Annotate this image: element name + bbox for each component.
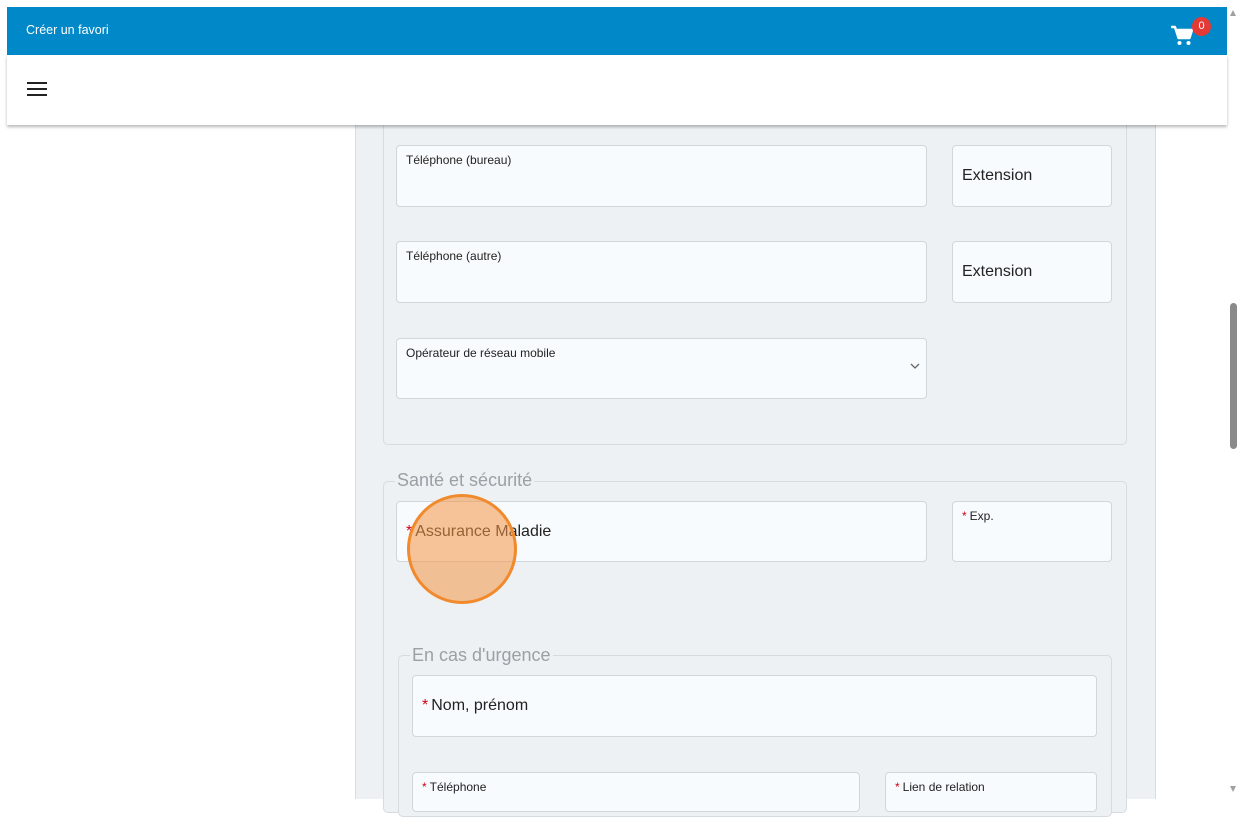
cart-button[interactable]: 0 xyxy=(1170,17,1214,53)
expiry-label: Exp. xyxy=(969,509,994,523)
health-insurance-field[interactable]: * Assurance Maladie xyxy=(396,501,927,562)
emergency-legend: En cas d'urgence xyxy=(410,645,553,666)
emergency-relation-field[interactable]: * Lien de relation xyxy=(885,772,1097,812)
health-insurance-expiry-field[interactable]: * Exp. xyxy=(952,501,1112,562)
required-marker: * xyxy=(895,780,900,794)
form-content: Téléphone (bureau) Extension Téléphone (… xyxy=(355,115,1156,817)
mobile-operator-label: Opérateur de réseau mobile xyxy=(406,346,556,360)
phone-other-extension-label: Extension xyxy=(962,263,1033,280)
required-marker: * xyxy=(422,697,429,714)
health-safety-legend: Santé et sécurité xyxy=(395,470,535,491)
phone-other-label: Téléphone (autre) xyxy=(406,249,502,263)
hamburger-menu-icon[interactable] xyxy=(27,82,47,98)
phone-office-extension-field[interactable]: Extension xyxy=(952,145,1112,207)
nav-bar xyxy=(7,55,1227,125)
emergency-relation-label: Lien de relation xyxy=(902,780,985,794)
scroll-down-arrow-icon[interactable] xyxy=(1230,786,1236,792)
phone-office-extension-label: Extension xyxy=(962,167,1033,184)
scrollbar[interactable] xyxy=(1227,0,1240,799)
emergency-phone-label: Téléphone xyxy=(429,780,487,794)
cart-count-badge: 0 xyxy=(1192,17,1211,36)
scrollbar-thumb[interactable] xyxy=(1230,303,1237,449)
page-title: Créer un favori xyxy=(26,23,109,37)
required-marker: * xyxy=(962,509,967,523)
phone-other-field[interactable]: Téléphone (autre) xyxy=(396,241,927,303)
mobile-operator-select[interactable]: Opérateur de réseau mobile xyxy=(396,338,927,399)
phone-office-field[interactable]: Téléphone (bureau) xyxy=(396,145,927,207)
cart-icon xyxy=(1171,25,1194,45)
phone-other-extension-field[interactable]: Extension xyxy=(952,241,1112,303)
health-insurance-label: Assurance Maladie xyxy=(415,523,552,540)
phone-office-label: Téléphone (bureau) xyxy=(406,153,512,167)
emergency-name-field[interactable]: * Nom, prénom xyxy=(412,675,1097,737)
top-app-bar: Créer un favori 0 xyxy=(7,7,1227,55)
required-marker: * xyxy=(422,780,427,794)
required-marker: * xyxy=(406,523,413,540)
scroll-up-arrow-icon[interactable] xyxy=(1230,10,1236,16)
chevron-down-icon xyxy=(910,363,920,369)
emergency-name-label: Nom, prénom xyxy=(431,697,529,714)
emergency-phone-field[interactable]: * Téléphone xyxy=(412,772,860,812)
